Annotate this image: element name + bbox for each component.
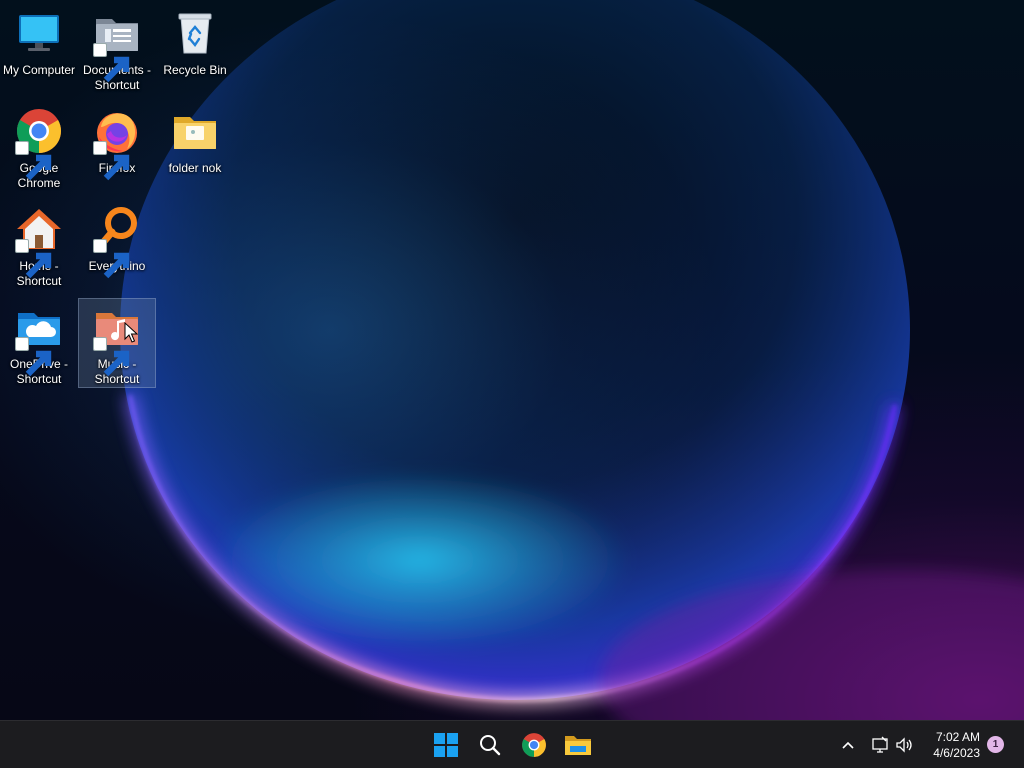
home-icon [15, 205, 63, 279]
desktop-icon-firefox[interactable]: Firefox [78, 102, 156, 192]
volume-icon[interactable] [894, 735, 914, 755]
windows-logo-icon [434, 733, 458, 757]
magnifier-icon [93, 205, 141, 279]
desktop-icon-google-chrome[interactable]: Google Chrome [0, 102, 78, 192]
clock-date: 4/6/2023 [933, 746, 980, 760]
recycle-bin-icon [171, 9, 219, 57]
search-icon [480, 735, 501, 756]
desktop-icon-recycle-bin[interactable]: Recycle Bin [156, 4, 234, 94]
documents-folder-icon [93, 9, 141, 83]
shortcut-arrow-icon [15, 337, 52, 377]
shortcut-arrow-icon [93, 43, 130, 83]
chrome-icon [522, 733, 546, 757]
folder-icon [171, 107, 219, 155]
taskbar-file-explorer-button[interactable] [560, 727, 596, 763]
shortcut-arrow-icon [93, 337, 130, 377]
network-icon[interactable] [870, 735, 890, 755]
onedrive-folder-icon [15, 303, 63, 377]
start-button[interactable] [428, 727, 464, 763]
clock-time: 7:02 AM [935, 730, 980, 744]
shortcut-arrow-icon [15, 141, 52, 181]
notification-badge[interactable]: 1 [987, 736, 1004, 753]
shortcut-arrow-icon [93, 239, 130, 279]
firefox-icon [93, 107, 141, 181]
show-hidden-icons-chevron-icon[interactable] [838, 735, 858, 755]
monitor-icon [15, 9, 63, 57]
desktop-icon-everything[interactable]: Everythino [78, 200, 156, 290]
desktop-icon-music-shortcut[interactable]: Music - Shortcut [78, 298, 156, 388]
shortcut-arrow-icon [93, 141, 130, 181]
desktop-icon-home-shortcut[interactable]: Home - Shortcut [0, 200, 78, 290]
desktop-icon-my-computer[interactable]: My Computer [0, 4, 78, 94]
desktop-icon-onedrive-shortcut[interactable]: OneDrive - Shortcut [0, 298, 78, 388]
shortcut-arrow-icon [15, 239, 52, 279]
taskbar-clock[interactable]: 7:02 AM 4/6/2023 [920, 729, 980, 763]
mouse-cursor-icon [124, 322, 138, 343]
taskbar-chrome-button[interactable] [516, 727, 552, 763]
chrome-icon [15, 107, 63, 181]
file-explorer-icon [565, 736, 591, 755]
search-button[interactable] [472, 727, 508, 763]
desktop-icon-folder-nok[interactable]: folder nok [156, 102, 234, 192]
taskbar: 7:02 AM 4/6/2023 [0, 720, 1024, 768]
desktop-icon-documents-shortcut[interactable]: Documents - Shortcut [78, 4, 156, 94]
